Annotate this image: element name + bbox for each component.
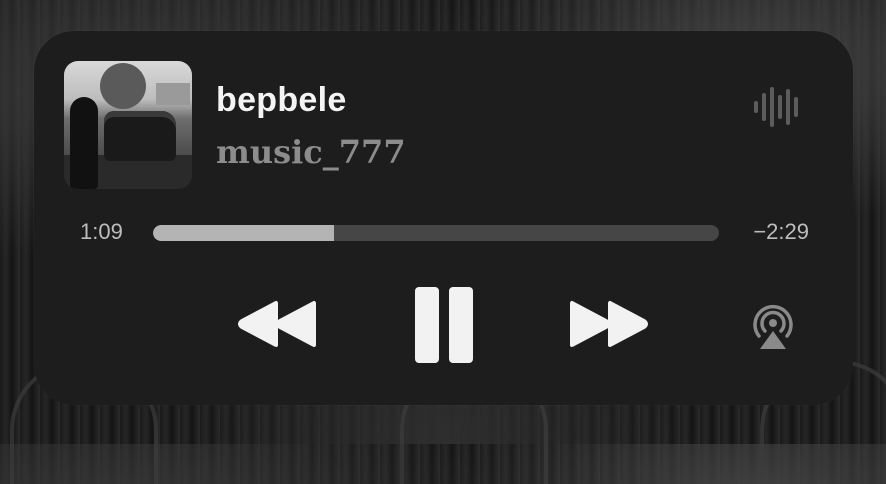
waveform-icon [754, 87, 798, 127]
now-playing-widget: bepbele music_777 1:09 −2:29 [34, 31, 853, 405]
track-title: bepbele [216, 81, 347, 119]
pause-icon[interactable] [415, 287, 473, 363]
album-artwork[interactable] [64, 61, 192, 189]
artwork-car [104, 111, 176, 161]
progress-fill [153, 225, 335, 241]
progress-scrubber[interactable] [153, 225, 719, 241]
pause-bar-right [449, 287, 473, 363]
track-artist[interactable]: music_777 [216, 133, 406, 171]
airplay-icon[interactable] [748, 301, 798, 351]
rewind-icon[interactable] [236, 299, 318, 349]
elapsed-time: 1:09 [80, 219, 123, 244]
remaining-time: −2:29 [753, 219, 809, 244]
artwork-tree [100, 63, 146, 109]
pause-bar-left [415, 287, 439, 363]
artwork-person [70, 97, 98, 189]
fast-forward-icon[interactable] [568, 299, 650, 349]
artwork-building [156, 83, 190, 105]
